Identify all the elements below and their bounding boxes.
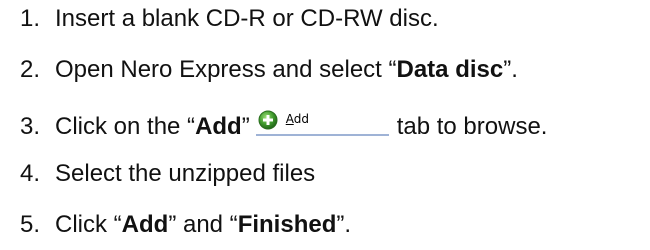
step-text: Insert a blank CD-R or CD-RW disc. [55,5,439,32]
step-text-before: Click on the “ [55,113,196,140]
step-text-before: Open Nero Express and select “ [55,56,397,83]
step-number: 1. [20,5,41,32]
green-plus-icon [258,110,278,130]
step-number: 3. [20,113,41,140]
step-bold-text-2: Finished [237,211,337,238]
instruction-steps: 1. Insert a blank CD-R or CD-RW disc. 2. O… [0,0,650,250]
add-tab-label-rest: dd [293,112,309,126]
step-number: 5. [20,211,41,238]
step-text-after: ”. [336,211,352,238]
step-5: 5. Click “Add” and “Finished”. [20,210,351,240]
step-2: 2. Open Nero Express and select “Data dis… [20,55,518,85]
step-text-after: ”. [503,56,518,83]
step-bold-text: Add [195,113,242,140]
step-text-before: Click “ [55,211,122,238]
step-number: 4. [20,160,41,187]
accelerator-letter: A [285,112,294,126]
add-tab-button[interactable]: Add [255,108,389,136]
add-tab-label: Add [286,112,309,126]
step-1: 1. Insert a blank CD-R or CD-RW disc. [20,4,439,34]
step-bold-text-1: Add [121,211,169,238]
step-number: 2. [20,56,41,83]
step-3: 3. Click on the “Add” Add tab to browse. [20,108,547,142]
tab-underline [255,134,389,136]
step-text-after: tab to browse. [396,113,548,140]
step-text-middle: ” and “ [168,211,238,238]
step-4: 4. Select the unzipped files [20,159,315,189]
step-quote-close: ” [241,113,250,140]
step-bold-text: Data disc [396,56,504,83]
step-text: Select the unzipped files [55,160,316,187]
